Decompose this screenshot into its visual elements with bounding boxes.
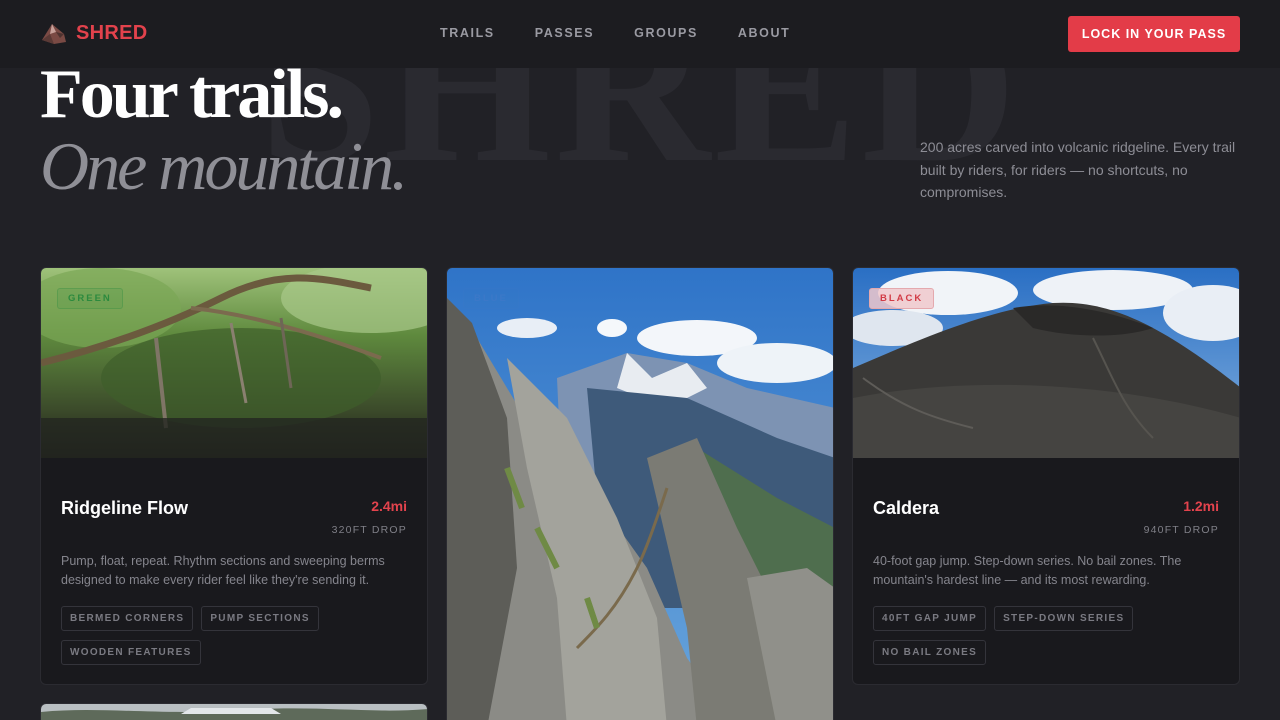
tag: 40FT GAP JUMP bbox=[873, 606, 987, 631]
nav-link-passes[interactable]: PASSES bbox=[535, 26, 594, 40]
top-navigation: SHRED TRAILS PASSES GROUPS ABOUT LOCK IN… bbox=[0, 0, 1280, 68]
trail-distance: 2.4mi bbox=[371, 498, 407, 514]
trail-name: Caldera bbox=[873, 498, 940, 518]
trail-description: Pump, float, repeat. Rhythm sections and… bbox=[61, 554, 385, 587]
trail-drop: 940FT DROP bbox=[1143, 524, 1219, 536]
nav-link-trails[interactable]: TRAILS bbox=[440, 26, 495, 40]
rocky-ridge-image bbox=[447, 268, 833, 720]
tag: BERMED CORNERS bbox=[61, 606, 194, 631]
trail-drop: 320FT DROP bbox=[331, 524, 407, 536]
trail-tags: BERMED CORNERS PUMP SECTIONS WOODEN FEAT… bbox=[61, 606, 401, 665]
difficulty-badge-green: GREEN bbox=[57, 288, 123, 309]
trail-description: 40-foot gap jump. Step-down series. No b… bbox=[873, 554, 1182, 587]
tag: NO BAIL ZONES bbox=[873, 640, 987, 665]
trail-name: Ridgeline Flow bbox=[61, 498, 189, 518]
mountain-valley-image bbox=[41, 704, 427, 720]
difficulty-badge-blue: BLUE bbox=[463, 288, 519, 309]
trail-distance: 1.2mi bbox=[1183, 498, 1219, 514]
nav-link-about[interactable]: ABOUT bbox=[738, 26, 790, 40]
hero-subtitle: One mountain. bbox=[40, 128, 408, 204]
mountain-logo-icon bbox=[42, 24, 66, 44]
difficulty-badge-black: BLACK bbox=[869, 288, 935, 309]
logo-text: SHRED bbox=[76, 21, 148, 44]
trail-card-ridgeline-flow[interactable]: GREEN Ridgeline Flow 2.4mi 320FT DROP Pu… bbox=[40, 267, 428, 685]
logo[interactable]: SHRED bbox=[40, 20, 148, 46]
trail-tags: 40FT GAP JUMP STEP-DOWN SERIES NO BAIL Z… bbox=[873, 606, 1213, 665]
hero-title: Four trails. bbox=[40, 56, 344, 133]
trail-card-caldera[interactable]: BLACK Caldera 1.2mi 940FT DROP 40-foot g… bbox=[852, 267, 1240, 685]
nav-links: TRAILS PASSES GROUPS ABOUT bbox=[440, 26, 790, 40]
tag: WOODEN FEATURES bbox=[61, 640, 201, 665]
hero-description: 200 acres carved into volcanic ridgeline… bbox=[920, 139, 1236, 200]
trail-card-blue[interactable]: BLUE bbox=[446, 267, 834, 720]
nav-link-groups[interactable]: GROUPS bbox=[634, 26, 698, 40]
tag: STEP-DOWN SERIES bbox=[994, 606, 1134, 631]
tag: PUMP SECTIONS bbox=[201, 606, 319, 631]
lock-in-pass-button[interactable]: LOCK IN YOUR PASS bbox=[1068, 16, 1240, 52]
trail-card-next[interactable] bbox=[40, 703, 428, 720]
